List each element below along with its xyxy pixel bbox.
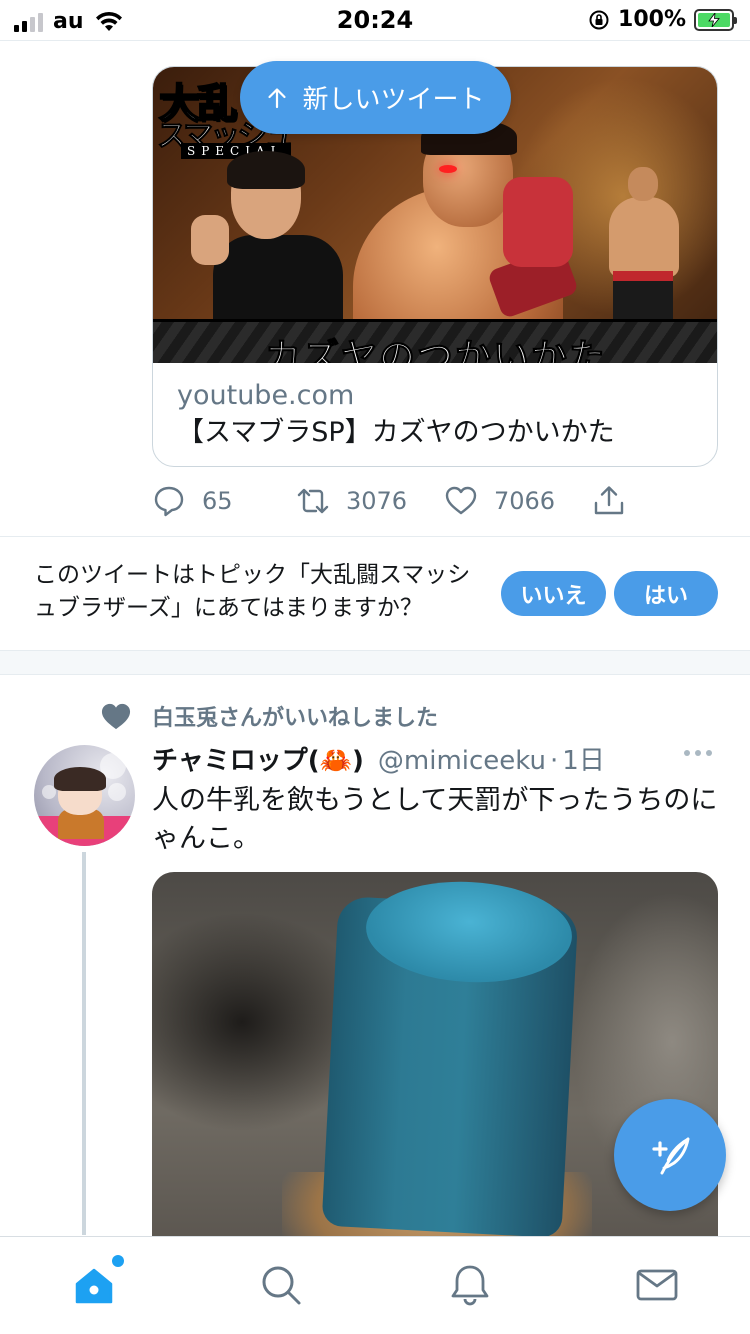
- retweet-button[interactable]: 3076: [296, 484, 407, 518]
- tweet-text: 人の牛乳を飲もうとして天罰が下ったうちのにゃんこ。: [152, 785, 718, 854]
- tweet-header: チャミロップ(🦀) @mimiceeku · 1日: [152, 740, 718, 777]
- link-card-meta: youtube.com 【スマブラSP】カズヤのつかいかた: [153, 363, 717, 451]
- thread-line: [82, 852, 86, 1235]
- thumbnail-banner-text: カズヤのつかいかた: [264, 337, 607, 364]
- compose-tweet-button[interactable]: [614, 1099, 726, 1211]
- new-tweets-label: 新しいツイート: [302, 85, 485, 115]
- reply-count: 65: [202, 487, 233, 515]
- like-count: 7066: [494, 487, 556, 515]
- tab-home[interactable]: [70, 1255, 124, 1309]
- heart-filled-icon: [101, 703, 131, 730]
- tweet-photo[interactable]: [152, 872, 718, 1272]
- messages-icon: [636, 1269, 678, 1301]
- reply-button[interactable]: 65: [152, 484, 233, 518]
- retweet-icon: [297, 488, 329, 514]
- arrow-up-icon: [268, 87, 287, 108]
- tweet-actions: 65 3076 7066: [152, 480, 718, 522]
- home-icon: [75, 1268, 113, 1304]
- battery-percent: 100%: [618, 7, 686, 32]
- share-icon: [594, 486, 624, 515]
- thumbnail-banner: カズヤのつかいかた: [153, 319, 717, 364]
- social-context-text: 白玉兎さんがいいねしました: [152, 706, 439, 731]
- search-icon: [262, 1266, 301, 1305]
- share-button[interactable]: [592, 484, 626, 518]
- new-content-dot: [112, 1255, 124, 1267]
- topic-prompt-text: このツイートはトピック「大乱闘スマッシュブラザーズ」にあてはまりますか？: [34, 562, 471, 621]
- status-bar: au 20:24 100%: [0, 0, 750, 40]
- social-context: 白玉兎さんがいいねしました: [100, 700, 438, 732]
- retweet-count: 3076: [346, 487, 408, 515]
- notifications-icon: [451, 1265, 489, 1306]
- battery-charging-icon: [694, 8, 737, 31]
- more-options-icon[interactable]: [684, 750, 712, 756]
- avatar[interactable]: [34, 745, 135, 846]
- new-tweets-button[interactable]: 新しいツイート: [240, 61, 511, 134]
- tab-bar: [0, 1236, 750, 1334]
- topic-no-button[interactable]: いいえ: [501, 571, 606, 616]
- link-card-title: 【スマブラSP】カズヤのつかいかた: [177, 417, 615, 448]
- topic-prompt: このツイートはトピック「大乱闘スマッシュブラザーズ」にあてはまりますか？ いいえ…: [0, 537, 750, 650]
- separator-dot: ·: [550, 746, 559, 776]
- like-button[interactable]: 7066: [444, 484, 555, 518]
- status-right: 100%: [588, 7, 737, 32]
- orientation-lock-icon: [589, 10, 609, 29]
- tab-search[interactable]: [257, 1261, 305, 1309]
- tab-messages[interactable]: [633, 1261, 681, 1309]
- link-card-domain: youtube.com: [177, 380, 355, 411]
- display-name[interactable]: チャミロップ(🦀): [152, 740, 364, 777]
- compose-feather-icon: [652, 1137, 690, 1175]
- section-separator: [0, 650, 750, 675]
- user-handle[interactable]: @mimiceeku: [378, 746, 546, 776]
- topic-yes-button[interactable]: はい: [614, 571, 718, 616]
- top-divider: [0, 40, 750, 41]
- heart-icon: [445, 486, 477, 515]
- reply-icon: [154, 486, 184, 517]
- tab-notifications[interactable]: [446, 1261, 494, 1309]
- tweet-time[interactable]: 1日: [562, 740, 605, 777]
